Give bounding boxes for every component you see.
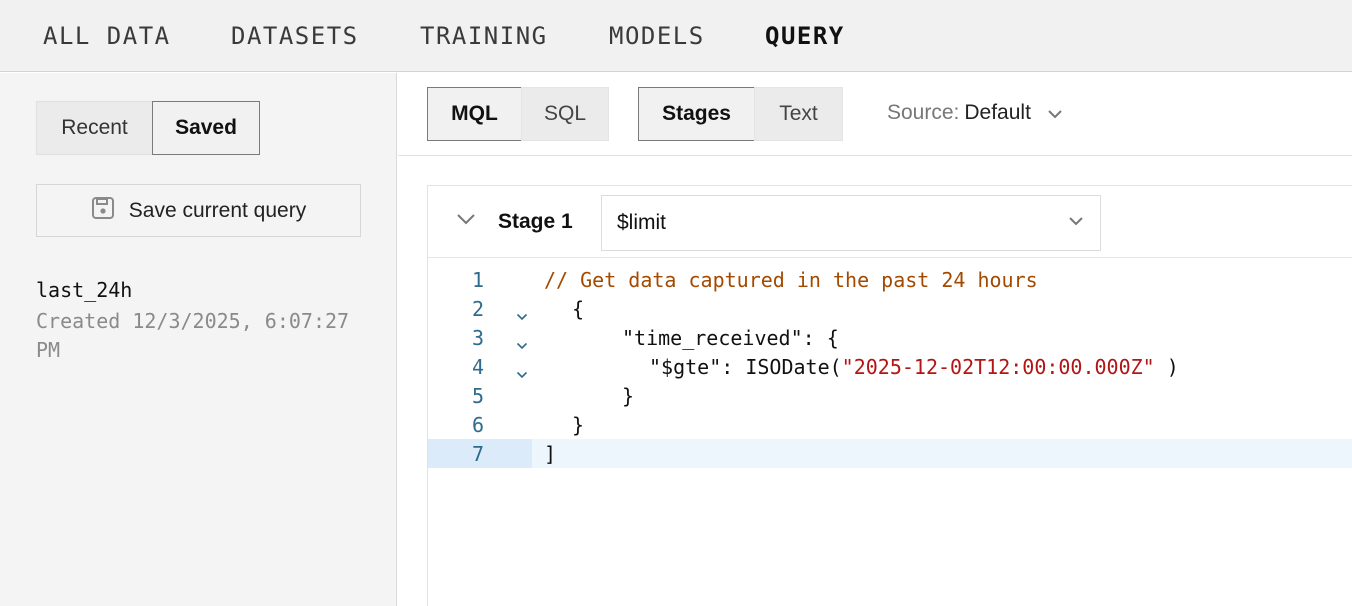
- code-token: }: [622, 384, 635, 408]
- code-text: }: [572, 413, 584, 437]
- source-value: Default: [964, 101, 1031, 124]
- tab-training[interactable]: TRAINING: [420, 22, 548, 50]
- saved-query-name[interactable]: last_24h: [36, 278, 132, 302]
- tab-datasets[interactable]: DATASETS: [231, 22, 359, 50]
- code-string: "2025-12-02T12:00:00.000Z": [841, 355, 1155, 379]
- stage-panel: Stage 1 $limit 1 // Get data captured in …: [427, 185, 1352, 606]
- stage-header: Stage 1 $limit: [428, 186, 1352, 258]
- stage-operator-select[interactable]: $limit: [601, 195, 1101, 251]
- save-current-query-label: Save current query: [128, 198, 307, 222]
- code-token: }: [572, 413, 585, 437]
- save-current-query-button[interactable]: Save current query: [36, 184, 361, 237]
- code-token: "time_received": {: [622, 326, 839, 350]
- code-token: "$gte": ISODate(: [649, 355, 842, 379]
- stages-toggle[interactable]: Stages: [638, 87, 755, 141]
- code-text: {: [572, 297, 584, 321]
- line-number: 1: [471, 268, 484, 292]
- saved-query-created: Created 12/3/2025, 6:07:27 PM: [36, 309, 350, 362]
- line-number: 5: [471, 384, 484, 408]
- tab-models[interactable]: MODELS: [609, 22, 705, 50]
- mql-toggle[interactable]: MQL: [427, 87, 522, 141]
- line-number: 2: [471, 297, 484, 321]
- tab-all-data[interactable]: ALL DATA: [43, 22, 171, 50]
- code-comment: // Get data captured in the past 24 hour…: [544, 268, 1038, 292]
- code-token: ): [1154, 355, 1179, 379]
- recent-toggle[interactable]: Recent: [36, 101, 153, 155]
- stage-operator-value: $limit: [617, 211, 667, 234]
- line-number: 6: [471, 413, 484, 437]
- code-line[interactable]: 3 "time_received": {: [428, 323, 1352, 352]
- code-token: ]: [544, 442, 557, 466]
- code-text: // Get data captured in the past 24 hour…: [544, 268, 1038, 292]
- code-line[interactable]: 1 // Get data captured in the past 24 hou…: [428, 265, 1352, 294]
- collapse-stage-chevron-icon[interactable]: [456, 212, 476, 230]
- code-editor[interactable]: 1 // Get data captured in the past 24 hou…: [428, 259, 1352, 606]
- code-line[interactable]: 6}: [428, 410, 1352, 439]
- code-line[interactable]: 4 "$gte": ISODate("2025-12-02T12:00:00.00…: [428, 352, 1352, 381]
- sql-toggle[interactable]: SQL: [521, 87, 609, 141]
- code-text: "time_received": {: [622, 326, 839, 350]
- text-toggle[interactable]: Text: [754, 87, 843, 141]
- code-line[interactable]: 7]: [428, 439, 1352, 468]
- source-label: Source:: [887, 101, 960, 124]
- saved-queries-sidebar: Recent Saved Save current query last_24h…: [0, 73, 397, 606]
- chevron-down-icon: [1031, 101, 1063, 125]
- line-number: 3: [471, 326, 484, 350]
- code-text: "$gte": ISODate("2025-12-02T12:00:00.000…: [649, 355, 1179, 379]
- code-line[interactable]: 5}: [428, 381, 1352, 410]
- floppy-disk-icon: [91, 196, 129, 226]
- source-dropdown[interactable]: Source: Default: [887, 101, 1063, 125]
- tab-query[interactable]: QUERY: [765, 22, 845, 50]
- line-number: 4: [471, 355, 484, 379]
- code-text: ]: [544, 442, 556, 466]
- stage-label: Stage 1: [498, 210, 573, 233]
- code-token: {: [572, 297, 585, 321]
- code-text: }: [622, 384, 634, 408]
- saved-toggle[interactable]: Saved: [152, 101, 260, 155]
- query-toolbar: MQL SQL Stages Text Source: Default: [398, 73, 1352, 156]
- top-navigation: ALL DATA DATASETS TRAINING MODELS QUERY: [0, 0, 1352, 72]
- line-number: 7: [471, 442, 484, 466]
- code-line[interactable]: 2{: [428, 294, 1352, 323]
